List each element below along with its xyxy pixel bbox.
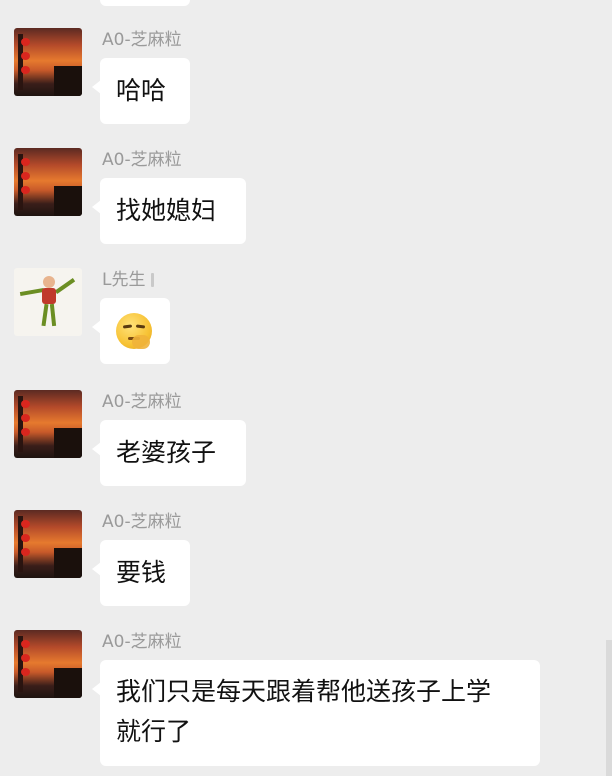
lantern-icon [21,158,30,166]
sender-name: A0-芝麻粒 [102,512,182,532]
badge-icon [151,273,155,287]
lantern-icon [21,186,30,194]
lantern-icon [21,428,30,436]
emoji-eye [122,324,133,329]
message-bubble[interactable]: 我们只是每天跟着帮他送孩子上学 就行了 [92,660,540,766]
message-text: 要钱 [116,558,167,587]
message-bubble[interactable] [92,298,170,364]
doll-head [43,276,55,288]
message-bubble[interactable]: 老婆孩子 [92,420,246,486]
thinking-face-icon [116,313,152,349]
message-text: 老婆孩子 [116,438,217,467]
avatar[interactable] [14,268,82,336]
lantern-icon [21,640,30,648]
doll-leg [49,303,57,327]
doll-leg [41,303,49,327]
doll-arm [54,278,76,294]
avatar[interactable] [14,28,82,96]
sender-name: A0-芝麻粒 [102,632,182,652]
lantern-icon [21,172,30,180]
avatar[interactable] [14,510,82,578]
emoji-hand [132,335,150,349]
avatar[interactable] [14,148,82,216]
previous-message-bubble[interactable] [100,0,190,6]
lantern-icon [21,520,30,528]
message-bubble[interactable]: 哈哈 [92,58,190,124]
message-text-line: 我们只是每天跟着帮他送孩子上学 [116,677,492,706]
avatar[interactable] [14,630,82,698]
message-text: 哈哈 [116,76,167,105]
avatar[interactable] [14,390,82,458]
lantern-icon [21,66,30,74]
lantern-icon [21,400,30,408]
message-bubble[interactable]: 要钱 [92,540,190,606]
sender-name: A0-芝麻粒 [102,392,182,412]
lantern-icon [21,654,30,662]
chat-message-list[interactable]: A0-芝麻粒 哈哈 A0-芝麻粒 找她媳妇 L先生 A0-芝麻粒 老婆孩子 A0… [0,0,612,776]
sender-name-text: L先生 [102,270,146,290]
lantern-icon [21,52,30,60]
lantern-icon [21,38,30,46]
emoji-eye [135,324,146,329]
lantern-icon [21,668,30,676]
doll-body [42,288,56,304]
message-text-line: 就行了 [116,717,192,746]
lantern-icon [21,414,30,422]
lantern-icon [21,548,30,556]
sender-name: A0-芝麻粒 [102,30,182,50]
scrollbar[interactable] [606,640,612,776]
lantern-icon [21,534,30,542]
sender-name: L先生 [102,270,155,290]
doll-arm [19,287,45,297]
message-bubble[interactable]: 找她媳妇 [92,178,246,244]
sender-name: A0-芝麻粒 [102,150,182,170]
message-text: 找她媳妇 [116,196,217,225]
